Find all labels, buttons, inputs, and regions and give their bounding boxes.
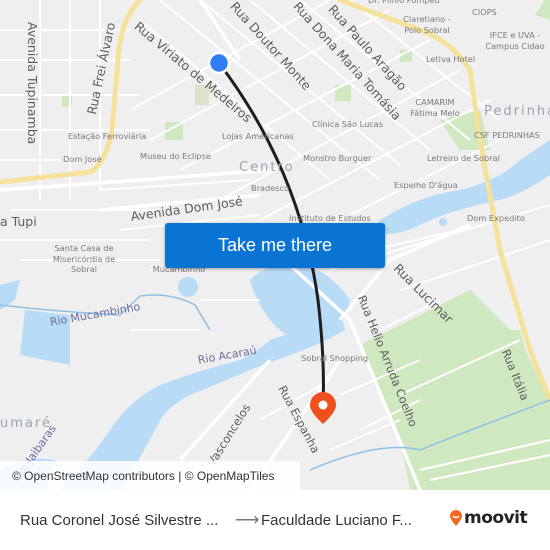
district-label: Pedrinhas [484, 104, 550, 119]
map-attribution[interactable]: © OpenStreetMap contributors | © OpenMap… [0, 461, 300, 490]
origin-stop-name: Rua Coronel José Silvestre ... [20, 512, 219, 529]
poi-label: CAMARIM Fátima Melo [410, 97, 460, 118]
moovit-pin-icon [450, 510, 462, 526]
poi-label: Letreiro de Sobral [427, 153, 500, 163]
origin-marker-icon [207, 51, 231, 75]
pond [178, 277, 198, 297]
poi-label: Letiva Hotel [426, 54, 476, 64]
arrow-right-icon: ⟶ [235, 510, 260, 529]
brand-name: moovit [464, 508, 528, 528]
route-footer: Rua Coronel José Silvestre ... ⟶ Faculda… [0, 490, 550, 550]
poi-label: Dom José [63, 154, 102, 164]
poi-label: Dr. Plínio Pompeu [368, 0, 440, 5]
street-label: Avenida Tupinamba [25, 22, 40, 145]
poi-label: Clínica São Lucas [312, 119, 384, 129]
poi-label: CIOPS [472, 7, 497, 17]
poi-label: Instituto de Estudos [289, 213, 371, 223]
street-label: a Tupi [0, 214, 37, 229]
district-label: Centro [239, 160, 295, 175]
poi-label: Espelho D'água [394, 180, 458, 190]
poi-label: Lojas Americanas [222, 131, 294, 141]
moovit-logo: moovit [449, 508, 528, 528]
destination-marker-icon [310, 392, 336, 424]
poi-label: Bradesco [251, 183, 290, 193]
poi-label: CSF PEDRINHAS [474, 130, 540, 140]
poi-label: Claretiano - Polo Sobral [403, 14, 451, 35]
park-area [535, 0, 550, 20]
map-canvas[interactable]: Avenida Tupinamba Rua Frei Álvaro Rua Vi… [0, 0, 550, 490]
pond [439, 218, 447, 226]
poi-label: Monstro Burguer [303, 153, 372, 163]
take-me-there-button[interactable]: Take me there [165, 223, 385, 268]
poi-label: Museu do Eclipse [140, 151, 211, 161]
poi-label: Santa Casa de Misericórdia de Sobral [52, 243, 116, 275]
destination-stop-name: Faculdade Luciano F... [261, 512, 412, 529]
poi-label: Dom Expedito [467, 213, 525, 223]
poi-label: Sobral Shopping [301, 353, 369, 363]
poi-label: IFCE e UVA - Campus Cidao [485, 30, 545, 51]
poi-label: Estação Ferroviária [68, 131, 147, 141]
